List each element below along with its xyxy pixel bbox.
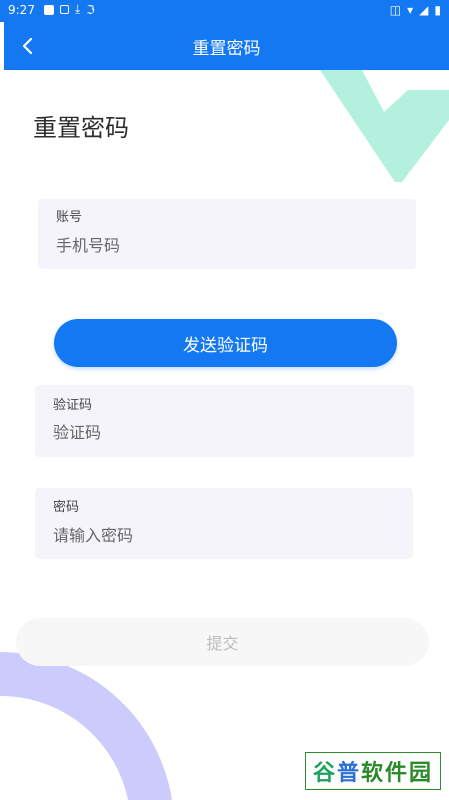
app-bar: 重置密码 xyxy=(4,22,449,70)
wifi-icon: ▾ xyxy=(407,3,414,17)
password-field: 密码 xyxy=(35,488,413,559)
page-heading: 重置密码 xyxy=(33,114,129,142)
watermark-text-1: 谷 xyxy=(312,761,337,786)
signal-icon: ◢ xyxy=(419,3,429,17)
decorative-check-shape xyxy=(320,70,449,182)
app-notification-icon xyxy=(60,5,69,14)
verification-code-label: 验证码 xyxy=(53,398,93,413)
battery-icon: ▮ xyxy=(434,3,441,17)
watermark-logo: 谷 普 软件园 xyxy=(305,752,441,790)
page-title: 重置密码 xyxy=(192,39,261,59)
watermark-text-3: 软件园 xyxy=(361,761,434,786)
notification-icon xyxy=(44,4,54,15)
status-bar: 9:27 ⤓ ℑ ◫ ▾ ◢ ▮ xyxy=(0,0,449,22)
sim-card-icon: ℑ xyxy=(86,2,95,17)
account-label: 账号 xyxy=(56,210,83,225)
verification-code-input[interactable] xyxy=(53,423,353,442)
account-field: 账号 xyxy=(38,199,416,269)
verification-code-field: 验证码 xyxy=(35,385,414,457)
download-icon: ⤓ xyxy=(75,2,81,16)
password-label: 密码 xyxy=(53,500,80,515)
watermark-text-2: 普 xyxy=(336,761,361,786)
password-input[interactable] xyxy=(53,526,353,545)
vibrate-icon: ◫ xyxy=(389,3,402,17)
send-code-button[interactable]: 发送验证码 xyxy=(54,319,397,367)
status-time: 9:27 xyxy=(8,3,35,17)
submit-button[interactable]: 提交 xyxy=(16,618,429,666)
account-input[interactable] xyxy=(56,236,356,255)
